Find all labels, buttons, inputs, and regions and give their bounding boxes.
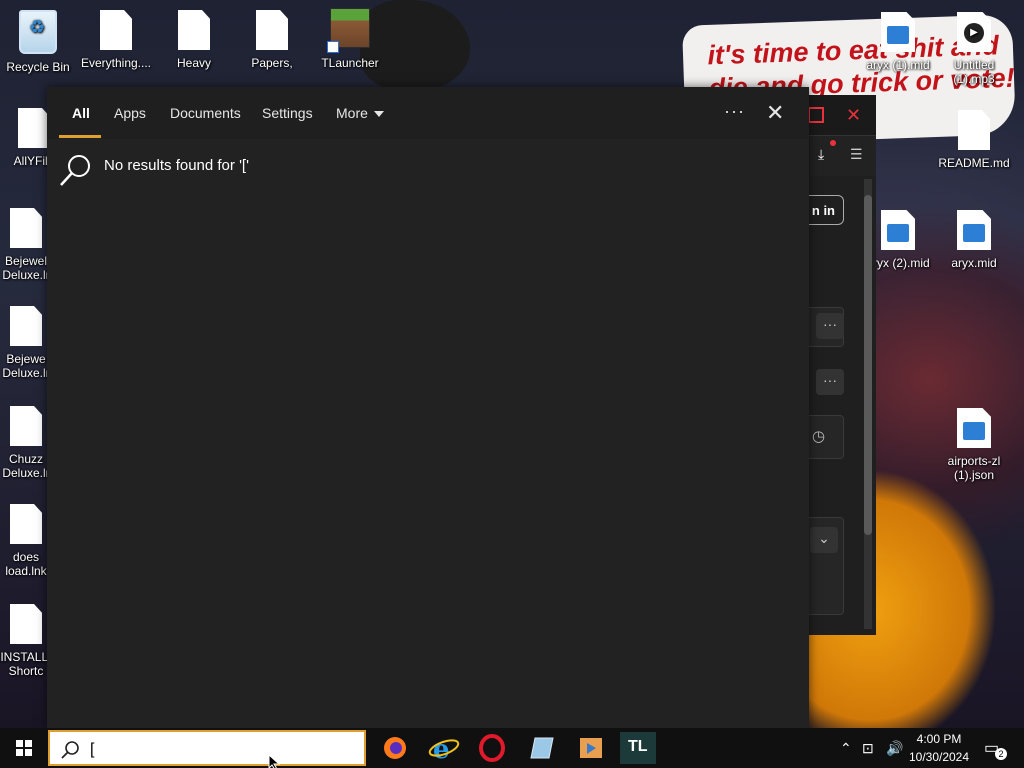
desktop-icon-readme[interactable]: README.md: [936, 110, 1012, 170]
search-filter-bar: All Apps Documents Settings More ··· ✕: [47, 87, 809, 139]
desktop-icon-label: Recycle Bin: [6, 60, 70, 74]
no-results-message: No results found for '[': [104, 157, 249, 174]
taskbar-search-box[interactable]: [48, 730, 366, 766]
desktop-icon-label: Chuzz Deluxe.lr: [2, 452, 50, 480]
recycle-bin-icon: [19, 10, 57, 54]
file-icon: [10, 306, 42, 346]
file-icon: [10, 208, 42, 248]
active-tab-indicator: [59, 135, 101, 138]
chevron-up-icon[interactable]: ⌃: [840, 740, 852, 757]
taskbar: e TL ⌃ ⊡ 🔊 4:00 PM 10/30/2024 ▭ 2: [0, 728, 1024, 768]
desktop-icon-airports-json[interactable]: airports-zl (1).json: [936, 408, 1012, 482]
desktop-icon-aryx-1[interactable]: aryx (1).mid: [860, 12, 936, 72]
desktop-icon-label: Untitled (1).mp3: [953, 58, 995, 86]
json-file-icon: [957, 408, 991, 448]
desktop-icon-label: does load.lnk: [5, 550, 47, 578]
clock-time[interactable]: 4:00 PM: [906, 732, 972, 746]
desktop-icon-aryx[interactable]: aryx.mid: [936, 210, 1012, 270]
settings-sliders-icon[interactable]: ☰: [850, 146, 863, 163]
desktop-icon-label: Bejewe Deluxe.lr: [2, 352, 50, 380]
app-icon[interactable]: [523, 732, 559, 764]
windows-start-icon[interactable]: [0, 728, 48, 768]
search-input[interactable]: [88, 737, 352, 763]
file-icon: [10, 504, 42, 544]
desktop-icon-heavy[interactable]: Heavy: [156, 10, 232, 70]
audio-file-icon: [881, 12, 915, 52]
clock-date[interactable]: 10/30/2024: [906, 750, 972, 764]
download-icon[interactable]: ⤓: [818, 146, 824, 163]
caret-down-icon: [373, 111, 384, 118]
network-icon[interactable]: ⊡: [862, 740, 874, 757]
desktop-icon-tlauncher[interactable]: TLauncher: [312, 8, 388, 70]
windows-search-panel: All Apps Documents Settings More ··· ✕ N…: [47, 87, 809, 728]
svg-text:e: e: [433, 735, 450, 764]
audio-file-icon: [881, 210, 915, 250]
desktop-icon-label: README.md: [938, 156, 1010, 170]
desktop-icon-label: Everything....: [80, 56, 152, 70]
tab-settings[interactable]: Settings: [262, 105, 313, 121]
desktop-icon-label: aryx (1).mid: [866, 58, 930, 72]
file-icon: [10, 604, 42, 644]
tab-all[interactable]: All: [72, 105, 90, 121]
close-button[interactable]: ✕: [766, 100, 784, 126]
search-icon: [60, 155, 90, 186]
mouse-cursor-icon: [268, 754, 281, 768]
desktop-icon-papers[interactable]: Papers,: [234, 10, 310, 70]
file-icon: [100, 10, 132, 50]
desktop-icon-everything[interactable]: Everything....: [78, 10, 154, 70]
volume-icon[interactable]: 🔊: [886, 740, 903, 757]
desktop-icon-label: Papers,: [251, 56, 293, 70]
media-player-icon[interactable]: [572, 732, 608, 764]
media-file-icon: [957, 12, 991, 52]
file-icon: [958, 110, 990, 150]
more-options-icon[interactable]: ···: [816, 369, 844, 395]
more-options-icon[interactable]: ···: [816, 313, 844, 339]
file-icon: [178, 10, 210, 50]
audio-file-icon: [957, 210, 991, 250]
tlauncher-icon[interactable]: TL: [620, 732, 656, 764]
minecraft-grass-block-icon: [327, 8, 370, 53]
tab-more-label: More: [336, 105, 368, 121]
tab-apps[interactable]: Apps: [114, 105, 146, 121]
firefox-icon[interactable]: [377, 732, 413, 764]
desktop-icon-recycle-bin[interactable]: Recycle Bin: [0, 10, 76, 74]
tlauncher-label: TL: [628, 738, 648, 755]
tab-more[interactable]: More: [336, 105, 384, 121]
opera-icon[interactable]: [474, 732, 510, 764]
internet-explorer-icon[interactable]: e: [426, 732, 462, 764]
notification-dot: [830, 140, 836, 146]
file-icon: [256, 10, 288, 50]
scrollbar-thumb[interactable]: [864, 195, 872, 535]
desktop-icon-label: Heavy: [176, 56, 211, 70]
desktop-icon-untitled-mp3[interactable]: Untitled (1).mp3: [936, 12, 1012, 86]
search-icon: [61, 741, 79, 759]
file-icon: [10, 406, 42, 446]
close-icon[interactable]: ✕: [846, 105, 861, 126]
tab-documents[interactable]: Documents: [170, 105, 241, 121]
desktop-icon-label: TLauncher: [321, 56, 379, 70]
notification-count-badge: 2: [995, 748, 1007, 760]
desktop-icon-label: airports-zl (1).json: [947, 454, 1001, 482]
desktop-icon-label: Bejewel Deluxe.lr: [2, 254, 50, 282]
clock-icon[interactable]: ◷: [812, 427, 825, 445]
desktop-icon-label: aryx.mid: [951, 256, 997, 270]
maximize-icon[interactable]: [808, 107, 824, 123]
file-icon: [18, 108, 50, 148]
chevron-down-icon[interactable]: ⌄: [810, 527, 838, 553]
more-options-button[interactable]: ···: [724, 101, 745, 122]
